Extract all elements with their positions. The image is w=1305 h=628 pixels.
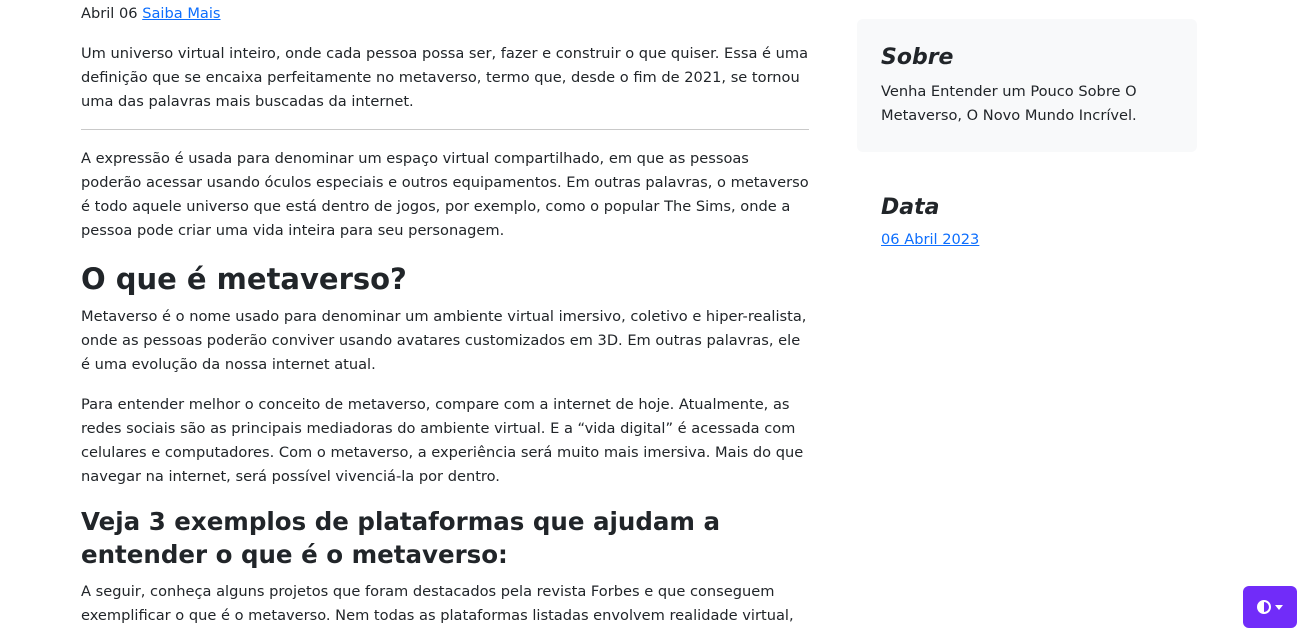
date-section: Data 06 Abril 2023 bbox=[881, 193, 1181, 250]
section-heading: O que é metaverso? bbox=[81, 262, 407, 296]
post-meta: Abril 06 Saiba Mais bbox=[81, 2, 221, 26]
about-text: Venha Entender um Pouco Sobre O Metavers… bbox=[881, 83, 1137, 124]
post-date: Abril 06 bbox=[81, 5, 138, 22]
date-title: Data bbox=[881, 195, 940, 220]
post-paragraph: A expressão é usada para denominar um es… bbox=[81, 150, 809, 239]
post-paragraph: Para entender melhor o conceito de metav… bbox=[81, 396, 804, 485]
caret-down-icon bbox=[1275, 604, 1283, 610]
post-paragraph: A seguir, conheça alguns projetos que fo… bbox=[81, 583, 794, 624]
contrast-icon bbox=[1257, 600, 1271, 614]
section-subheading: Veja 3 exemplos de plataformas que ajuda… bbox=[81, 507, 721, 569]
date-link[interactable]: 06 Abril 2023 bbox=[881, 230, 1181, 250]
post-intro: Um universo virtual inteiro, onde cada p… bbox=[81, 45, 809, 110]
divider bbox=[81, 129, 809, 130]
about-title: Sobre bbox=[881, 45, 954, 70]
about-card: Sobre Venha Entender um Pouco Sobre O Me… bbox=[857, 19, 1197, 152]
theme-toggle-button[interactable] bbox=[1243, 586, 1297, 628]
blog-page: Abril 06 Saiba Mais Um universo virtual … bbox=[0, 0, 1305, 628]
read-more-link[interactable]: Saiba Mais bbox=[142, 5, 220, 22]
post-paragraph: Metaverso é o nome usado para denominar … bbox=[81, 308, 807, 373]
